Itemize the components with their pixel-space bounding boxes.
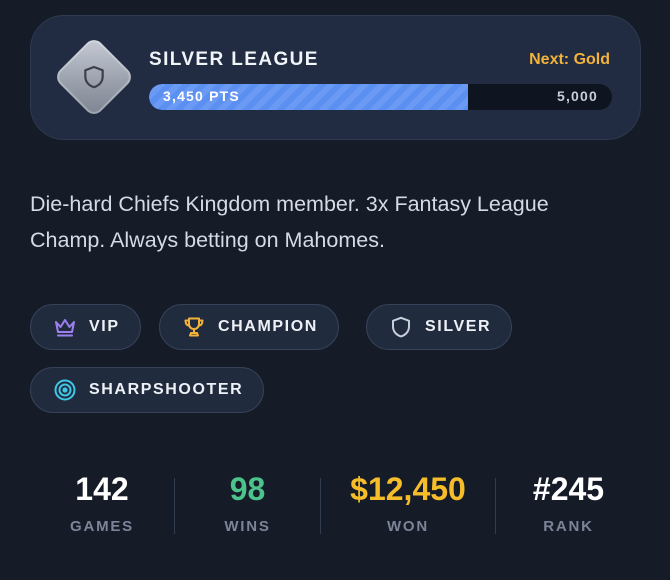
stat-wins: 98 WINS — [175, 470, 320, 550]
badge-chip-label: VIP — [89, 318, 120, 335]
profile-bio: Die-hard Chiefs Kingdom member. 3x Fanta… — [30, 192, 549, 252]
points-progress-bar: 3,450 PTS 5,000 — [149, 84, 612, 110]
badge-chip-champion[interactable]: CHAMPION — [159, 304, 339, 350]
badge-chip-vip[interactable]: VIP — [30, 304, 141, 350]
league-title: SILVER LEAGUE — [149, 49, 319, 70]
crown-icon — [55, 319, 75, 337]
stat-won: $12,450 WON — [321, 470, 495, 550]
stat-value: #245 — [532, 471, 605, 507]
badge-chip-label: SILVER — [425, 318, 492, 335]
current-points: 3,450 PTS — [163, 88, 240, 104]
stat-value: 142 — [75, 471, 129, 507]
next-league-label: Next: Gold — [529, 51, 610, 68]
shield-icon — [84, 65, 104, 89]
trophy-icon — [184, 317, 204, 337]
stat-value: $12,450 — [350, 471, 466, 507]
shield-icon — [392, 316, 410, 338]
league-progress-card: SILVER LEAGUE Next: Gold 3,450 PTS 5,000 — [30, 15, 641, 140]
profile-stats: 142 GAMES 98 WINS $12,450 WON #245 RANK — [30, 470, 641, 550]
badge-chip-sharpshooter[interactable]: SHARPSHOOTER — [30, 367, 265, 413]
badge-chip-label: SHARPSHOOTER — [89, 381, 244, 398]
stat-label: RANK — [543, 518, 594, 535]
league-badge — [52, 35, 136, 119]
stat-rank: #245 RANK — [496, 470, 641, 550]
stat-label: WON — [386, 518, 430, 535]
stat-label: GAMES — [69, 518, 134, 535]
points-goal: 5,000 — [556, 88, 598, 104]
badge-chip-silver[interactable]: SILVER — [366, 304, 513, 350]
stat-value: 98 — [229, 471, 266, 507]
stat-label: WINS — [224, 518, 271, 535]
stat-games: 142 GAMES — [30, 470, 174, 550]
badge-chip-label: CHAMPION — [218, 318, 318, 335]
target-icon — [54, 379, 76, 401]
